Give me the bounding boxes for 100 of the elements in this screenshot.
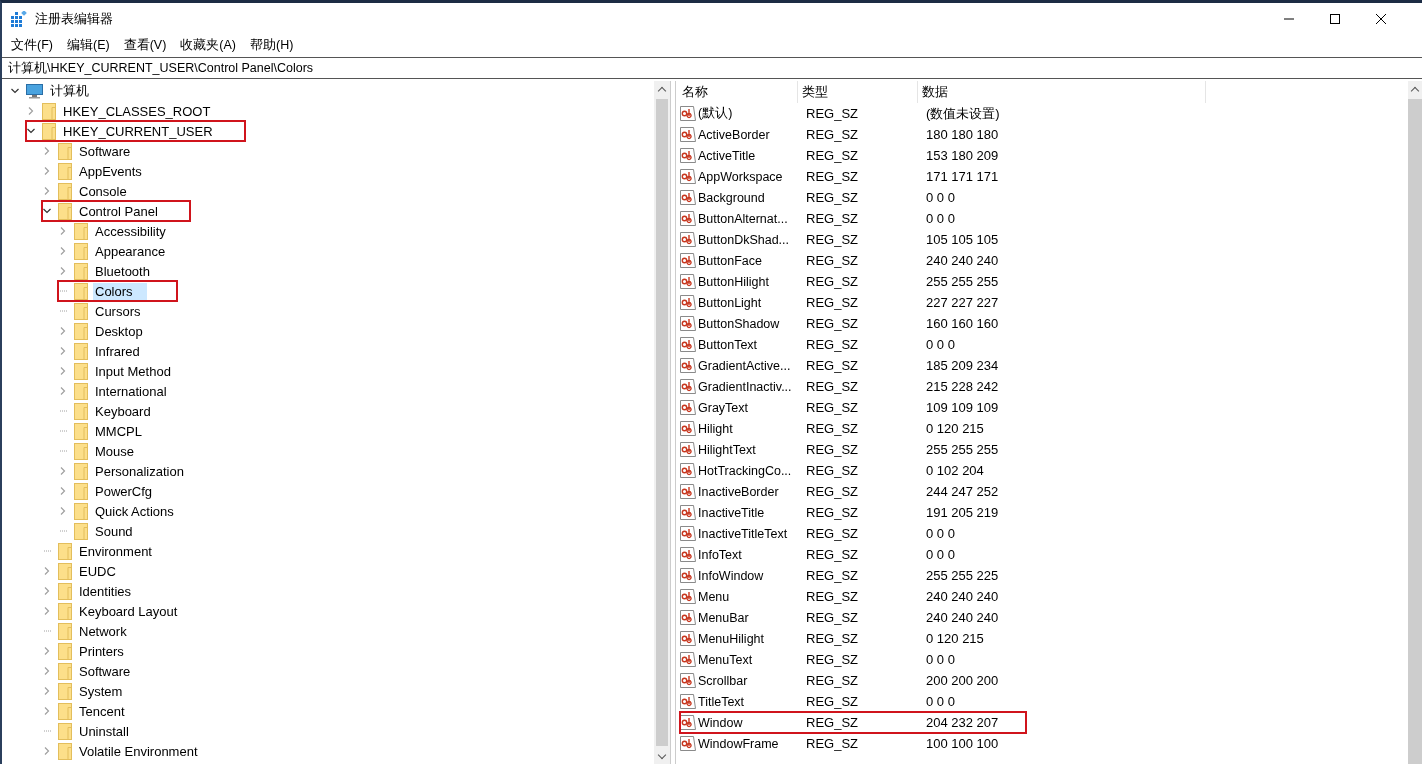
value-name[interactable]: InactiveTitle [698, 505, 765, 520]
tree-item[interactable]: Console [77, 182, 129, 200]
expanded-chevron-icon[interactable] [26, 126, 36, 136]
tree-item[interactable]: Environment [77, 542, 154, 560]
collapsed-chevron-icon[interactable] [58, 326, 68, 336]
tree-item[interactable]: Uninstall [77, 722, 131, 740]
column-header[interactable]: 数据 [918, 81, 1206, 103]
value-name[interactable]: Background [698, 190, 765, 205]
value-name[interactable]: MenuBar [698, 610, 749, 625]
tree-item[interactable]: Accessibility [93, 222, 168, 240]
collapsed-chevron-icon[interactable] [58, 226, 68, 236]
value-name[interactable]: MenuText [698, 652, 753, 667]
tree-item[interactable]: Mouse [93, 442, 137, 460]
value-name[interactable]: GrayText [698, 400, 748, 415]
address-field[interactable]: 计算机\HKEY_CURRENT_USER\Control Panel\Colors [2, 57, 1422, 79]
value-name[interactable]: Window [698, 715, 743, 730]
collapsed-chevron-icon[interactable] [42, 646, 52, 656]
value-name[interactable]: TitleText [698, 694, 745, 709]
tree-item[interactable]: MMCPL [93, 422, 144, 440]
collapsed-chevron-icon[interactable] [58, 266, 68, 276]
tree-item[interactable]: Keyboard Layout [77, 602, 180, 620]
tree-item[interactable]: Bluetooth [93, 262, 152, 280]
expanded-chevron-icon[interactable] [42, 206, 52, 216]
scrollbar[interactable] [1408, 81, 1422, 764]
tree-item[interactable]: Software [77, 142, 133, 160]
tree-item[interactable]: HKEY_CURRENT_USER [61, 122, 215, 140]
value-name[interactable]: HilightText [698, 442, 756, 457]
collapsed-chevron-icon[interactable] [26, 106, 36, 116]
value-name[interactable]: ButtonShadow [698, 316, 780, 331]
collapsed-chevron-icon[interactable] [42, 186, 52, 196]
tree-item[interactable]: Input Method [93, 362, 173, 380]
value-name[interactable]: InfoText [698, 547, 742, 562]
value-name[interactable]: MenuHilight [698, 631, 764, 646]
collapsed-chevron-icon[interactable] [58, 246, 68, 256]
tree-item[interactable]: Sound [93, 522, 135, 540]
tree-item[interactable]: Volatile Environment [77, 742, 200, 760]
tree-item[interactable]: International [93, 382, 169, 400]
value-name[interactable]: ButtonHilight [698, 274, 769, 289]
collapsed-chevron-icon[interactable] [42, 746, 52, 756]
tree-item[interactable]: Identities [77, 582, 134, 600]
expanded-chevron-icon[interactable] [10, 86, 20, 96]
tree-item[interactable]: EUDC [77, 562, 118, 580]
value-name[interactable]: ButtonAlternat... [698, 211, 788, 226]
tree-item[interactable]: 计算机 [48, 81, 91, 101]
tree-item[interactable]: Network [77, 622, 129, 640]
collapsed-chevron-icon[interactable] [42, 166, 52, 176]
value-name[interactable]: AppWorkspace [698, 169, 783, 184]
value-name[interactable]: ButtonFace [698, 253, 762, 268]
value-name[interactable]: InactiveTitleText [698, 526, 788, 541]
tree-item[interactable]: Software [77, 662, 133, 680]
value-name[interactable]: ButtonDkShad... [698, 232, 790, 247]
collapsed-chevron-icon[interactable] [42, 146, 52, 156]
tree-item[interactable]: PowerCfg [93, 482, 155, 500]
collapsed-chevron-icon[interactable] [42, 686, 52, 696]
value-name[interactable]: Scrollbar [698, 673, 748, 688]
dropdown-heading[interactable]: 编辑(E) [59, 36, 117, 54]
collapsed-chevron-icon[interactable] [58, 366, 68, 376]
dropdown-heading[interactable]: 帮助(H) [243, 36, 301, 54]
tree-item[interactable]: Colors [93, 282, 147, 300]
tree-item[interactable]: Desktop [93, 322, 145, 340]
value-name[interactable]: InactiveBorder [698, 484, 779, 499]
tree-item[interactable]: Keyboard [93, 402, 153, 420]
collapsed-chevron-icon[interactable] [42, 586, 52, 596]
collapsed-chevron-icon[interactable] [58, 346, 68, 356]
tree-item[interactable]: Printers [77, 642, 126, 660]
collapsed-chevron-icon[interactable] [58, 466, 68, 476]
tree-item[interactable]: Appearance [93, 242, 168, 260]
dropdown-heading[interactable]: 查看(V) [116, 36, 174, 54]
tree-item[interactable]: Tencent [77, 702, 127, 720]
tree-item[interactable]: Infrared [93, 342, 142, 360]
value-name[interactable]: Menu [698, 589, 730, 604]
collapsed-chevron-icon[interactable] [42, 706, 52, 716]
value-name[interactable]: HotTrackingCo... [698, 463, 792, 478]
collapsed-chevron-icon[interactable] [58, 386, 68, 396]
value-name[interactable]: ActiveBorder [698, 127, 770, 142]
value-name[interactable]: WindowFrame [698, 736, 779, 751]
collapsed-chevron-icon[interactable] [58, 506, 68, 516]
value-name[interactable]: ButtonLight [698, 295, 762, 310]
tree-item[interactable]: System [77, 682, 125, 700]
dropdown-heading[interactable]: 文件(F) [4, 36, 60, 54]
tree-item[interactable]: HKEY_CLASSES_ROOT [61, 102, 213, 120]
value-name[interactable]: (默认) [698, 105, 733, 122]
column-header[interactable]: 名称 [676, 81, 798, 103]
value-name[interactable]: ActiveTitle [698, 148, 756, 163]
tree-item[interactable]: AppEvents [77, 162, 144, 180]
value-name[interactable]: GradientInactiv... [698, 379, 792, 394]
collapsed-chevron-icon[interactable] [42, 606, 52, 616]
collapsed-chevron-icon[interactable] [42, 666, 52, 676]
collapsed-chevron-icon[interactable] [42, 566, 52, 576]
value-name[interactable]: GradientActive... [698, 358, 791, 373]
column-header[interactable]: 类型 [798, 81, 918, 103]
tree-item[interactable]: Cursors [93, 302, 143, 320]
tree-item[interactable]: Quick Actions [93, 502, 176, 520]
dropdown-heading[interactable]: 收藏夹(A) [173, 36, 243, 54]
scrollbar[interactable] [654, 81, 670, 764]
collapsed-chevron-icon[interactable] [58, 486, 68, 496]
tree-item[interactable]: Control Panel [77, 202, 160, 220]
tree-item[interactable]: Personalization [93, 462, 186, 480]
value-name[interactable]: InfoWindow [698, 568, 764, 583]
value-name[interactable]: Hilight [698, 421, 733, 436]
